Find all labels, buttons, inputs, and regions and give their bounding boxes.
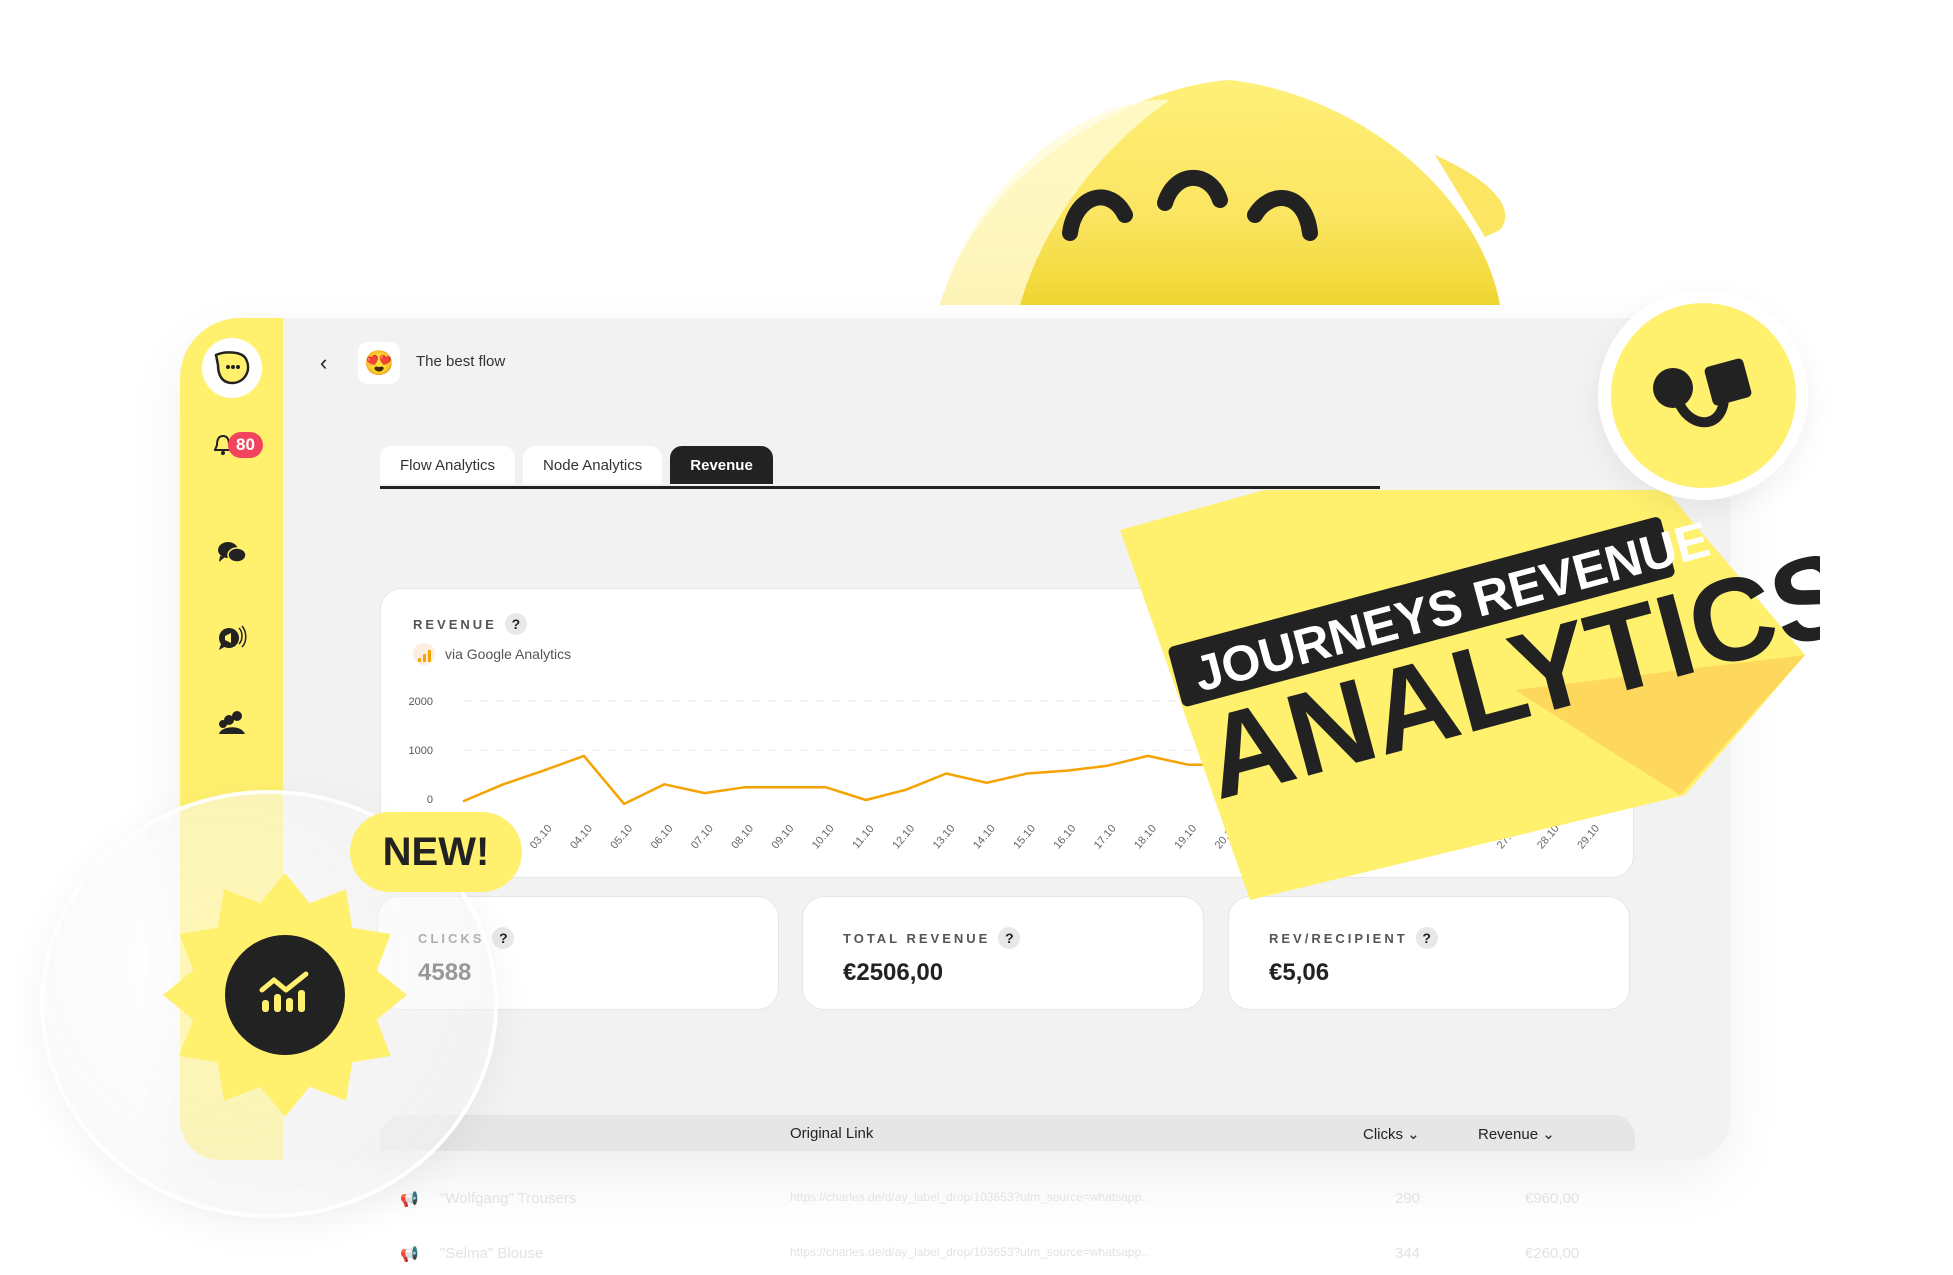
megaphone-icon: [219, 625, 247, 650]
tab-underline: [380, 486, 1380, 489]
chevron-down-icon: ⌄: [1407, 1126, 1420, 1143]
analytics-icon-circle: [225, 935, 345, 1055]
chevron-down-icon: ⌄: [1542, 1126, 1555, 1143]
x-tick-label: 04.10: [568, 823, 595, 852]
x-tick-label: 08.10: [729, 823, 756, 852]
col-revenue-label: Revenue: [1478, 1126, 1539, 1143]
col-clicks-label: Clicks: [1363, 1126, 1403, 1143]
x-tick-label: 05.10: [608, 823, 635, 852]
promo-sticker: JOURNEYS REVENUE ANALYTICS: [1120, 490, 1820, 900]
back-button[interactable]: ‹: [320, 350, 327, 376]
sidebar-item-notifications[interactable]: 80: [208, 430, 263, 460]
row-name: "Wolfgang" Trousers: [440, 1190, 577, 1207]
revenue-title-text: REVENUE: [413, 616, 497, 632]
starburst-badge: [163, 873, 407, 1117]
chat-logo-icon: [214, 351, 250, 385]
help-icon[interactable]: ?: [1415, 927, 1438, 949]
x-tick-label: 09.10: [770, 823, 797, 852]
mascot-illustration: [940, 80, 1506, 305]
row-link[interactable]: https://charles.de/d/ay_label_drop/10365…: [790, 1190, 1148, 1204]
sidebar-item-broadcasts[interactable]: [217, 623, 247, 653]
x-tick-label: 07.10: [689, 823, 716, 852]
app-logo[interactable]: [202, 338, 262, 398]
new-badge: NEW!: [350, 812, 522, 892]
row-link[interactable]: https://charles.de/d/ay_label_drop/10365…: [790, 1245, 1148, 1259]
journeys-badge: [1598, 290, 1808, 500]
stat-label: REV/RECIPIENT: [1269, 930, 1408, 946]
help-icon[interactable]: ?: [492, 927, 515, 949]
links-table-header: Original Link Clicks ⌄ Revenue ⌄: [380, 1115, 1635, 1151]
x-tick-label: 10.10: [810, 823, 837, 852]
col-original-link[interactable]: Original Link: [790, 1125, 873, 1142]
help-icon[interactable]: ?: [998, 927, 1021, 949]
row-clicks: 344: [1395, 1245, 1421, 1262]
stat-card-rev-per-recipient: REV/RECIPIENT? €5,06: [1228, 896, 1630, 1010]
tab-revenue[interactable]: Revenue: [670, 446, 773, 484]
stat-label: TOTAL REVENUE: [843, 930, 991, 946]
stat-card-total-revenue: TOTAL REVENUE? €2506,00: [802, 896, 1204, 1010]
y-tick-label: 2000: [409, 696, 433, 708]
x-tick-label: 12.10: [890, 823, 917, 852]
analytics-tabs: Flow Analytics Node Analytics Revenue: [380, 446, 773, 484]
journey-icon: [1653, 358, 1752, 428]
x-tick-label: 03.10: [528, 823, 555, 852]
megaphone-icon: 📢: [400, 1246, 419, 1263]
sidebar-item-contacts[interactable]: [217, 708, 247, 738]
x-tick-label: 14.10: [971, 823, 998, 852]
row-name: "Selma" Blouse: [440, 1245, 544, 1262]
google-analytics-icon: [413, 643, 435, 665]
table-row[interactable]: 📢 "Wolfgang" Trousers https://charles.de…: [400, 1180, 1655, 1220]
x-tick-label: 16.10: [1052, 823, 1079, 852]
flow-emoji: 😍: [358, 342, 400, 384]
row-revenue: €260,00: [1525, 1245, 1580, 1262]
x-tick-label: 15.10: [1011, 823, 1038, 852]
y-tick-label: 0: [427, 794, 433, 806]
notification-badge: 80: [228, 432, 263, 458]
tab-flow-analytics[interactable]: Flow Analytics: [380, 446, 516, 484]
stat-value: €2506,00: [843, 959, 944, 986]
sidebar-item-chats[interactable]: [217, 538, 247, 568]
table-row[interactable]: 📢 "Selma" Blouse https://charles.de/d/ay…: [400, 1235, 1655, 1275]
col-clicks[interactable]: Clicks ⌄: [1363, 1125, 1420, 1143]
x-tick-label: 13.10: [931, 823, 958, 852]
col-revenue[interactable]: Revenue ⌄: [1478, 1125, 1555, 1143]
revenue-help-icon[interactable]: ?: [504, 613, 527, 635]
revenue-title: REVENUE ?: [413, 613, 527, 635]
y-tick-label: 1000: [409, 745, 433, 757]
chat-bubbles-icon: [218, 542, 247, 563]
data-source: via Google Analytics: [413, 643, 571, 665]
row-revenue: €960,00: [1525, 1190, 1580, 1207]
data-source-text: via Google Analytics: [445, 646, 572, 662]
row-clicks: 290: [1395, 1190, 1421, 1207]
users-icon: [219, 711, 245, 734]
stat-value: €5,06: [1269, 959, 1330, 986]
x-tick-label: 17.10: [1092, 823, 1119, 852]
revenue-series-line: [462, 754, 1229, 806]
megaphone-icon: 📢: [400, 1191, 419, 1208]
x-tick-label: 06.10: [649, 823, 676, 852]
tab-node-analytics[interactable]: Node Analytics: [523, 446, 663, 484]
x-tick-label: 11.10: [850, 823, 876, 851]
flow-title: The best flow: [416, 353, 506, 370]
